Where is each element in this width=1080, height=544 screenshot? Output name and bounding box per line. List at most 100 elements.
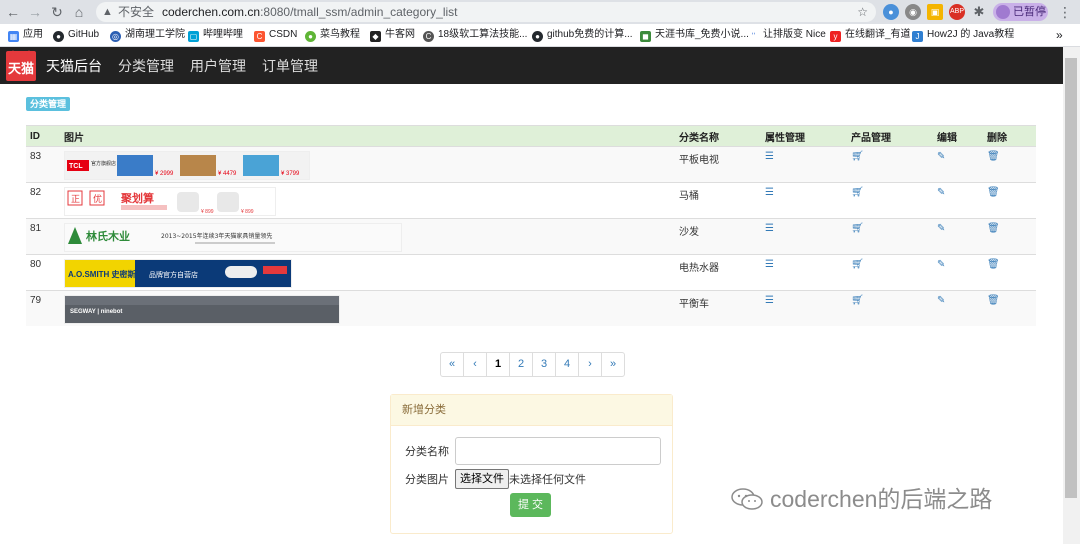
category-banner-image[interactable]: 林氏木业 2013~2015年连续3年天猫家具销量领先	[64, 223, 402, 252]
bookmark-nice[interactable]: ʼʼ 让排版变 Nice	[748, 27, 826, 43]
adblock-icon[interactable]: ABP	[949, 4, 965, 20]
bilibili-icon: ▢	[188, 31, 199, 42]
nav-order-link[interactable]: 订单管理	[262, 57, 318, 75]
home-icon[interactable]: ⌂	[70, 3, 88, 21]
delete-trash-icon[interactable]: 🗑︎	[987, 260, 1000, 270]
bookmark-nowcoder[interactable]: ◆ 牛客网	[370, 27, 415, 43]
page-2-button[interactable]: 2	[509, 353, 532, 376]
forward-icon[interactable]: →	[26, 3, 44, 21]
nav-user-link[interactable]: 用户管理	[190, 57, 246, 75]
row-name: 沙发	[675, 218, 761, 255]
bookmark-algo[interactable]: C 18级软工算法技能...	[423, 27, 527, 43]
back-icon[interactable]: ←	[4, 3, 22, 21]
page-prev-button[interactable]: ‹	[463, 353, 486, 376]
address-bar[interactable]: ▲ 不安全 coderchen.com.cn:8080/tmall_ssm/ad…	[96, 2, 876, 22]
choose-file-button[interactable]: 选择文件	[455, 469, 509, 489]
row-image-cell: A.O.SMITH 史密斯 品牌官方自营店	[60, 254, 675, 291]
bookmark-github[interactable]: ● GitHub	[53, 27, 99, 43]
page-last-button[interactable]: »	[601, 353, 624, 376]
delete-trash-icon[interactable]: 🗑︎	[987, 152, 1000, 162]
bookmark-star-icon[interactable]: ☆	[857, 2, 868, 22]
bookmark-youdao[interactable]: y 在线翻译_有道	[830, 27, 911, 43]
url-text[interactable]: coderchen.com.cn:8080/tmall_ssm/admin_ca…	[162, 2, 458, 22]
wechat-icon	[731, 488, 763, 510]
row-image-cell: 正 优 聚划算 ¥ 899 ¥ 899	[60, 182, 675, 219]
scrollbar-thumb[interactable]	[1065, 58, 1077, 498]
cat-ears-icon	[10, 50, 32, 56]
edit-icon[interactable]: ✎	[937, 152, 948, 162]
tmall-logo[interactable]: 天猫	[6, 50, 36, 81]
profile-paused-button[interactable]: 已暂停	[993, 3, 1048, 21]
delete-trash-icon[interactable]: 🗑︎	[987, 224, 1000, 234]
category-banner-image[interactable]: TCL 官方旗舰店 ¥ 2999 ¥ 4479 ¥ 3799	[64, 151, 310, 180]
category-name-input[interactable]	[455, 437, 661, 465]
insecure-label: 不安全	[118, 5, 155, 19]
browser-menu-icon[interactable]: ⋮	[1058, 3, 1072, 21]
watermark: coderchen的后端之路	[730, 480, 992, 514]
bookmarks-bar: ▦ 应用 ● GitHub ◎ 湖南理工学院 ▢ 哔哩哔哩 C CSDN ● 菜鸟教程 ◆ 牛…	[0, 24, 1080, 47]
file-status-text: 未选择任何文件	[509, 474, 586, 486]
camera-extension-icon[interactable]: ◉	[905, 4, 921, 20]
page-3-button[interactable]: 3	[532, 353, 555, 376]
category-banner-image[interactable]: 正 优 聚划算 ¥ 899 ¥ 899	[64, 187, 276, 216]
row-id: 81	[26, 218, 60, 255]
table-row: 79 SEGWAY | ninebot 平衡车 ☰ 🛒︎ ✎ 🗑︎	[26, 290, 1036, 326]
table-row: 80 A.O.SMITH 史密斯 品牌官方自营店 电热水器 ☰ 🛒︎ ✎ 🗑︎	[26, 254, 1036, 291]
edit-icon[interactable]: ✎	[937, 296, 948, 306]
product-cart-icon[interactable]: 🛒︎	[851, 188, 864, 198]
reload-icon[interactable]: ↻	[48, 3, 66, 21]
property-list-icon[interactable]: ☰	[765, 152, 776, 162]
table-row: 83 TCL 官方旗舰店 ¥ 2999 ¥ 4479 ¥ 3799 平板电视 ☰…	[26, 146, 1036, 183]
bookmark-hnist[interactable]: ◎ 湖南理工学院	[110, 27, 185, 43]
edit-icon[interactable]: ✎	[937, 224, 948, 234]
category-banner-image[interactable]: A.O.SMITH 史密斯 品牌官方自营店	[64, 259, 292, 288]
edit-icon[interactable]: ✎	[937, 188, 948, 198]
svg-text:2013~2015年连续3年天猫家具销量领先: 2013~2015年连续3年天猫家具销量领先	[161, 232, 272, 240]
row-name: 平板电视	[675, 146, 761, 183]
product-cart-icon[interactable]: 🛒︎	[851, 152, 864, 162]
svg-text:¥ 2999: ¥ 2999	[155, 171, 174, 177]
page-first-button[interactable]: «	[441, 353, 463, 376]
page-1-button[interactable]: 1	[486, 353, 509, 376]
product-cart-icon[interactable]: 🛒︎	[851, 260, 864, 270]
youdao-icon: y	[830, 31, 841, 42]
delete-trash-icon[interactable]: 🗑︎	[987, 188, 1000, 198]
delete-trash-icon[interactable]: 🗑︎	[987, 296, 1000, 306]
add-category-panel: 新增分类 分类名称 分类图片 选择文件 未选择任何文件 提 交	[390, 394, 673, 534]
translate-extension-icon[interactable]: ▣	[927, 4, 943, 20]
row-name: 马桶	[675, 182, 761, 219]
bookmark-csdn[interactable]: C CSDN	[254, 27, 297, 43]
bookmark-apps[interactable]: ▦ 应用	[8, 27, 43, 43]
brand-link[interactable]: 天猫后台	[46, 57, 102, 75]
bookmark-runoob[interactable]: ● 菜鸟教程	[305, 27, 360, 43]
svg-text:聚划算: 聚划算	[120, 191, 154, 205]
bookmark-tianya[interactable]: ◼ 天涯书库_免费小说...	[640, 27, 749, 43]
category-banner-image[interactable]: SEGWAY | ninebot	[64, 295, 340, 324]
bookmark-how2j[interactable]: J How2J 的 Java教程	[912, 27, 1014, 43]
product-cart-icon[interactable]: 🛒︎	[851, 296, 864, 306]
edit-icon[interactable]: ✎	[937, 260, 948, 270]
nav-category-link[interactable]: 分类管理	[118, 57, 174, 75]
page-4-button[interactable]: 4	[555, 353, 578, 376]
bookmark-github-calc[interactable]: ● github免费的计算...	[532, 27, 633, 43]
property-list-icon[interactable]: ☰	[765, 224, 776, 234]
puzzle-extensions-icon[interactable]: ✱	[971, 4, 987, 20]
svg-text:官方旗舰店: 官方旗舰店	[91, 160, 116, 167]
svg-text:TCL: TCL	[69, 163, 83, 170]
property-list-icon[interactable]: ☰	[765, 296, 776, 306]
property-list-icon[interactable]: ☰	[765, 260, 776, 270]
bookmark-bilibili[interactable]: ▢ 哔哩哔哩	[188, 27, 243, 43]
row-name: 电热水器	[675, 254, 761, 291]
apps-grid-icon: ▦	[8, 31, 19, 42]
col-name: 分类名称	[675, 125, 761, 147]
product-cart-icon[interactable]: 🛒︎	[851, 224, 864, 234]
nice-icon: ʼʼ	[751, 32, 756, 41]
extension-icon[interactable]: ●	[883, 4, 899, 20]
submit-button[interactable]: 提 交	[510, 493, 551, 517]
github-icon: ●	[532, 31, 543, 42]
svg-text:¥ 899: ¥ 899	[201, 209, 214, 215]
page-next-button[interactable]: ›	[578, 353, 601, 376]
property-list-icon[interactable]: ☰	[765, 188, 776, 198]
nowcoder-icon: ◆	[370, 31, 381, 42]
more-bookmarks-button[interactable]: »	[1056, 27, 1063, 43]
